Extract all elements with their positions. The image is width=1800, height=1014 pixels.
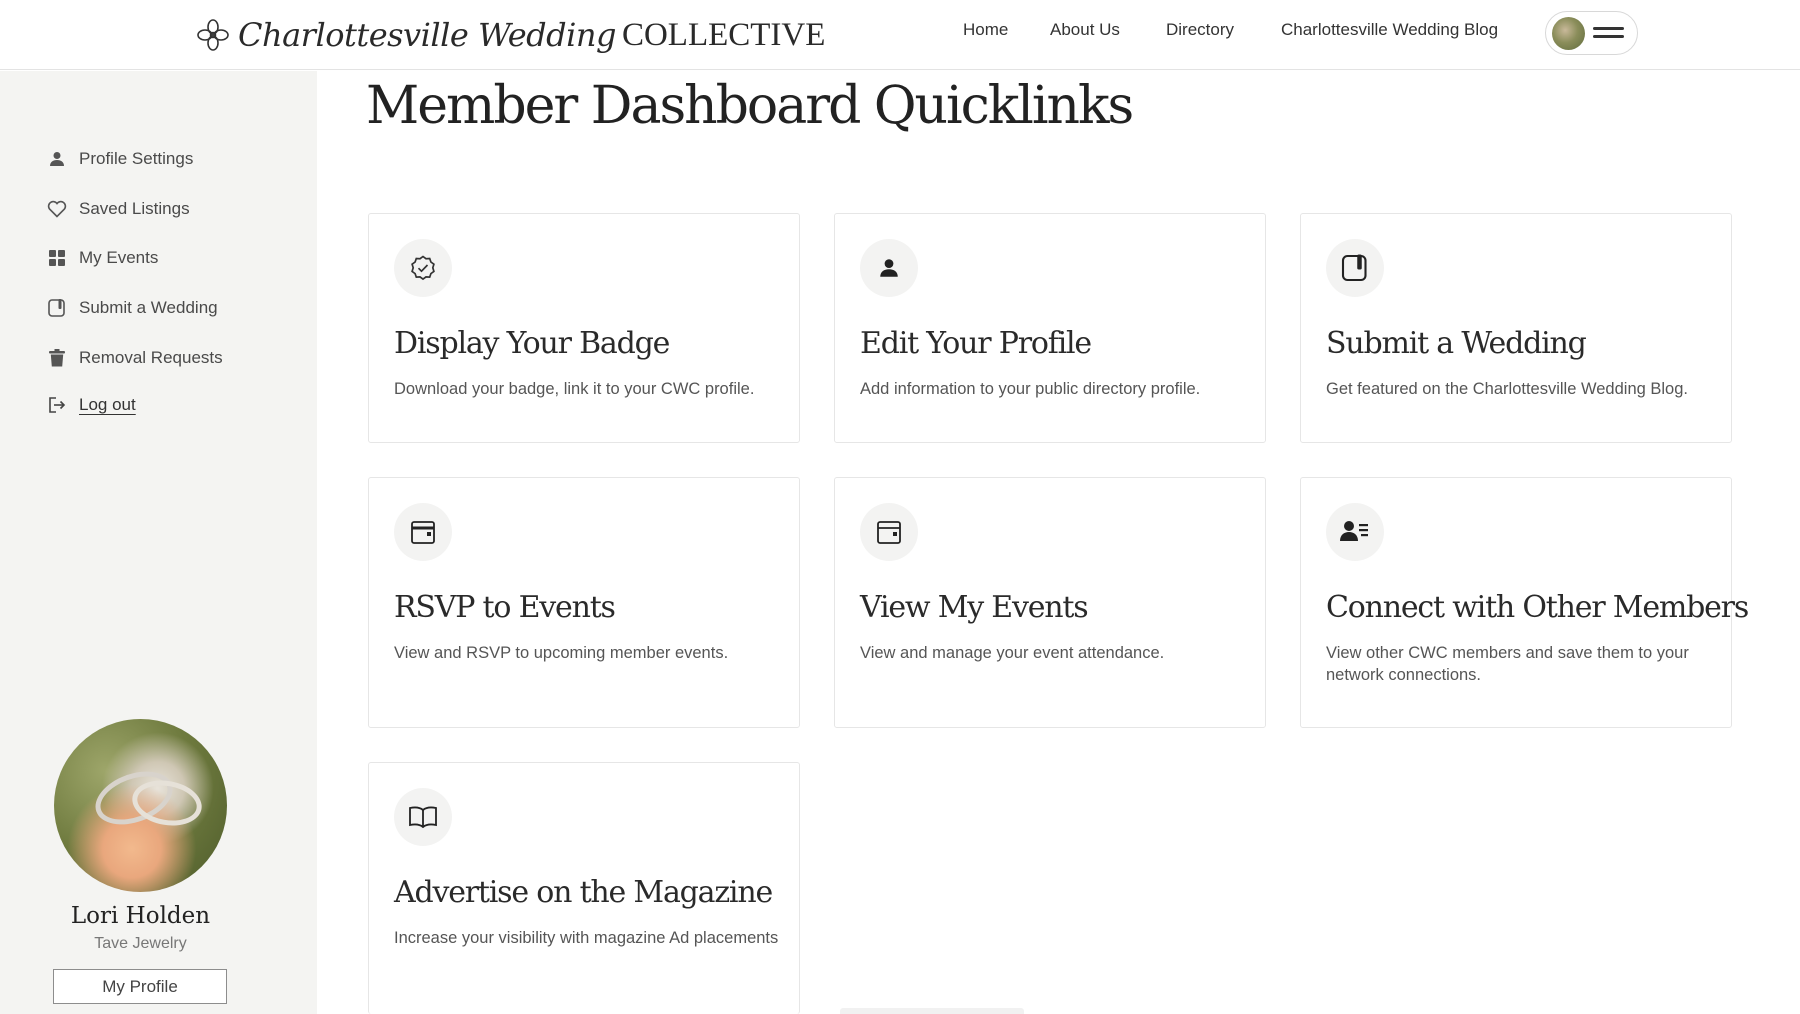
- dashboard-sidebar: Profile Settings Saved Listings My Event…: [0, 71, 317, 1014]
- card-view-my-events[interactable]: View My Events View and manage your even…: [834, 477, 1266, 728]
- heart-icon: [47, 199, 67, 219]
- person-icon: [860, 239, 918, 297]
- floating-widget-edge: [840, 1008, 1024, 1014]
- sidebar-item-removal-requests[interactable]: Removal Requests: [47, 345, 223, 371]
- sidebar-item-saved-listings[interactable]: Saved Listings: [47, 196, 190, 222]
- card-description: View and RSVP to upcoming member events.: [394, 644, 729, 662]
- card-title: Advertise on the Magazine: [394, 875, 773, 910]
- badge-check-icon: [394, 239, 452, 297]
- trash-icon: [47, 348, 67, 368]
- card-title: Connect with Other Members: [1326, 590, 1749, 625]
- person-icon: [47, 149, 67, 169]
- calendar-icon: [860, 503, 918, 561]
- flower-logo-icon: [197, 19, 229, 51]
- card-title: Edit Your Profile: [860, 326, 1092, 361]
- sidebar-item-label: Submit a Wedding: [79, 298, 218, 317]
- calendar-icon: [394, 503, 452, 561]
- profile-name: Lori Holden: [70, 903, 211, 929]
- card-title: View My Events: [860, 590, 1089, 625]
- profile-company: Tave Jewelry: [94, 935, 187, 952]
- sidebar-item-my-events[interactable]: My Events: [47, 245, 158, 271]
- card-title: Display Your Badge: [394, 326, 670, 361]
- card-display-badge[interactable]: Display Your Badge Download your badge, …: [368, 213, 800, 443]
- open-book-icon: [394, 788, 452, 846]
- nav-blog[interactable]: Charlottesville Wedding Blog: [1281, 20, 1498, 40]
- sidebar-item-label: Saved Listings: [79, 199, 190, 218]
- site-header: Charlottesville Wedding COLLECTIVE Home …: [0, 0, 1800, 70]
- card-description: Get featured on the Charlottesville Wedd…: [1326, 380, 1688, 398]
- user-menu-button[interactable]: [1545, 11, 1638, 55]
- logo-script-text: Charlottesville Wedding: [238, 16, 616, 54]
- sidebar-item-label: My Events: [79, 248, 159, 267]
- card-description: View other CWC members and save them to …: [1326, 644, 1689, 684]
- nav-home[interactable]: Home: [963, 20, 1008, 40]
- sidebar-item-label: Log out: [79, 395, 136, 414]
- contact-card-icon: [1326, 503, 1384, 561]
- submit-icon: [47, 298, 67, 318]
- logo-caps-text: COLLECTIVE: [621, 16, 826, 53]
- card-title: Submit a Wedding: [1326, 326, 1587, 361]
- nav-directory[interactable]: Directory: [1166, 20, 1234, 40]
- nav-about-us[interactable]: About Us: [1050, 20, 1120, 40]
- card-description: View and manage your event attendance.: [860, 644, 1165, 662]
- card-title: RSVP to Events: [394, 590, 616, 625]
- profile-photo: [54, 719, 227, 892]
- page-title: Member Dashboard Quicklinks: [366, 76, 1134, 136]
- user-avatar: [1552, 17, 1585, 50]
- card-submit-wedding[interactable]: Submit a Wedding Get featured on the Cha…: [1300, 213, 1732, 443]
- card-description: Download your badge, link it to your CWC…: [394, 380, 755, 398]
- sidebar-item-label: Profile Settings: [79, 149, 194, 168]
- logout-icon: [47, 395, 67, 415]
- sidebar-item-label: Removal Requests: [79, 348, 223, 367]
- sidebar-item-profile-settings[interactable]: Profile Settings: [47, 146, 193, 172]
- card-description: Increase your visibility with magazine A…: [394, 929, 779, 947]
- sidebar-item-logout[interactable]: Log out: [47, 392, 136, 418]
- sidebar-item-submit-wedding[interactable]: Submit a Wedding: [47, 295, 218, 321]
- card-connect-members[interactable]: Connect with Other Members View other CW…: [1300, 477, 1749, 728]
- card-rsvp-events[interactable]: RSVP to Events View and RSVP to upcoming…: [368, 477, 800, 728]
- card-edit-profile[interactable]: Edit Your Profile Add information to you…: [834, 213, 1266, 443]
- card-advertise-magazine[interactable]: Advertise on the Magazine Increase your …: [368, 762, 800, 1014]
- hamburger-icon: [1593, 27, 1624, 39]
- my-profile-button[interactable]: My Profile: [53, 969, 227, 1004]
- card-description: Add information to your public directory…: [860, 380, 1201, 398]
- site-logo[interactable]: Charlottesville Wedding COLLECTIVE: [196, 14, 825, 56]
- grid-icon: [47, 248, 67, 268]
- submit-icon: [1326, 239, 1384, 297]
